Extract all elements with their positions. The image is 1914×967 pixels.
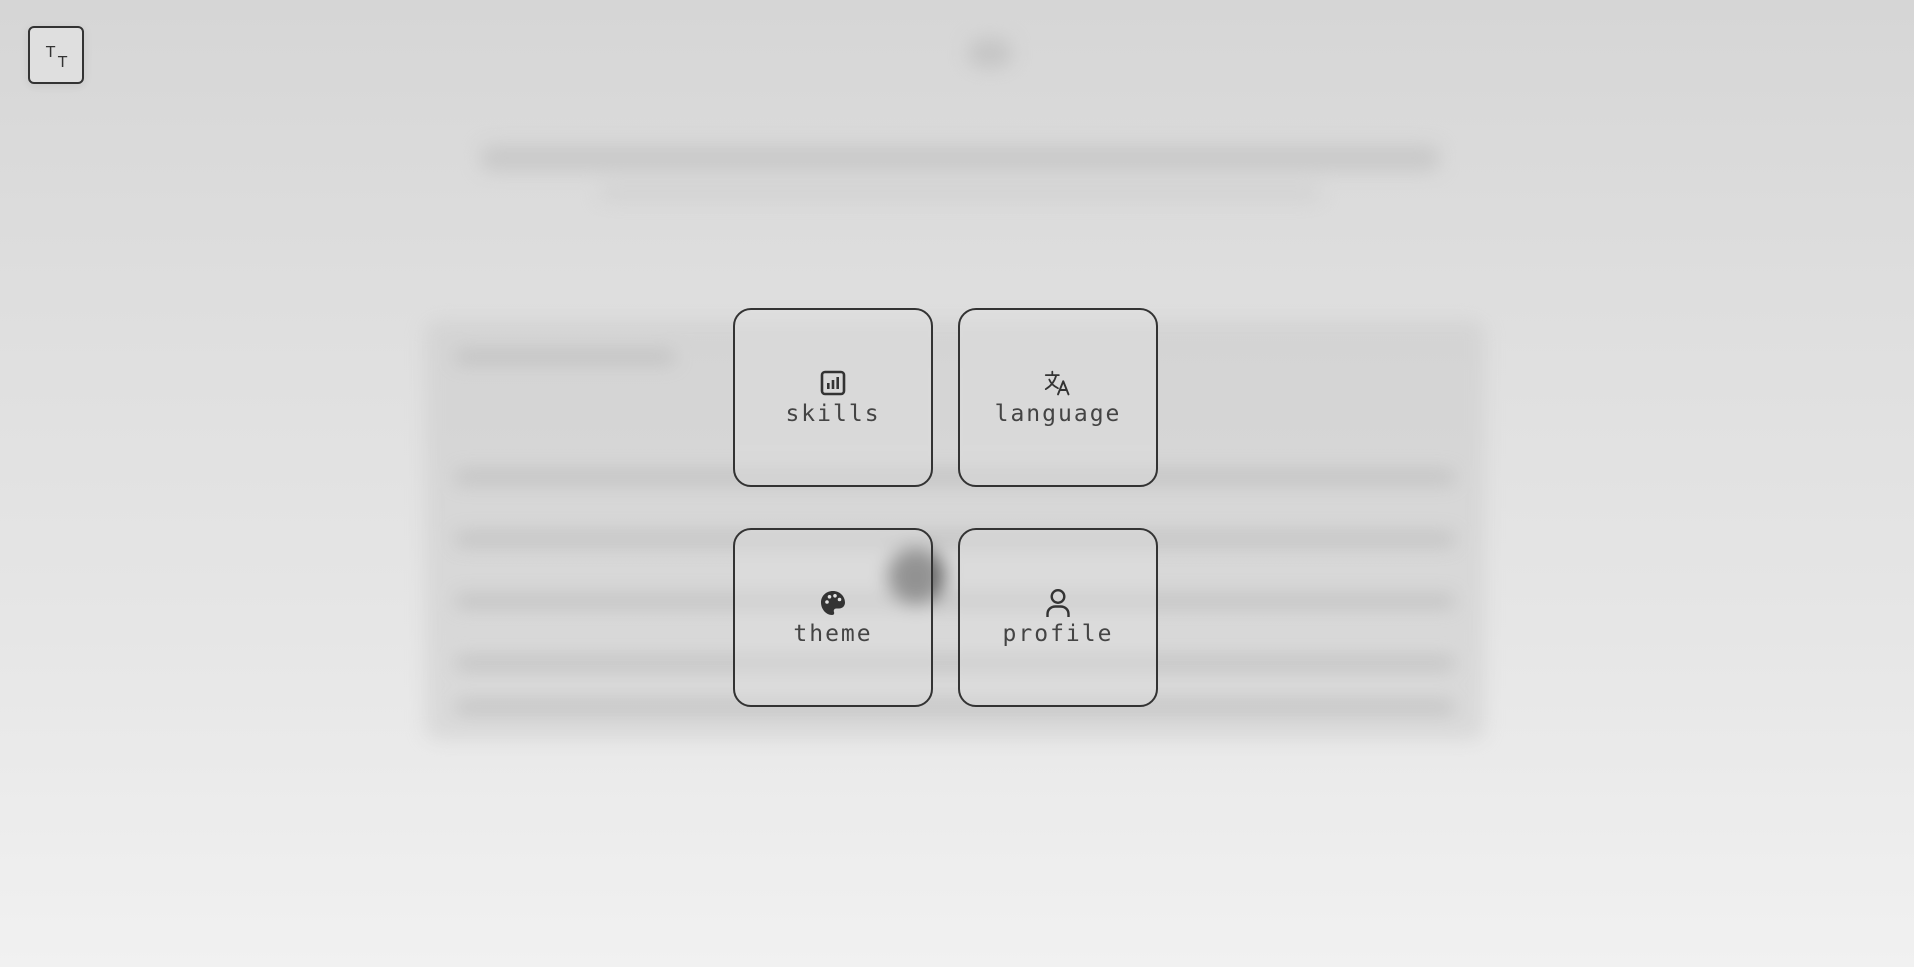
background-row (455, 470, 1455, 484)
background-row (455, 594, 1455, 608)
background-row (455, 656, 1455, 670)
user-icon (1044, 588, 1072, 617)
blurred-background (0, 0, 1914, 967)
menu-item-skills[interactable]: skills (733, 308, 933, 487)
background-row (455, 350, 675, 364)
menu-item-label: language (994, 400, 1122, 427)
font-size-icon-small: T (58, 53, 68, 71)
menu-item-label: skills (785, 400, 881, 427)
background-logo (968, 38, 1012, 68)
background-row (455, 532, 1455, 546)
background-subline (600, 183, 1320, 201)
menu-item-label: profile (1002, 620, 1114, 647)
bar-chart-icon (819, 369, 847, 397)
translate-icon (1044, 369, 1072, 397)
palette-icon (819, 589, 847, 617)
background-headline (480, 145, 1440, 171)
background-row (455, 700, 1455, 714)
background-table (425, 320, 1485, 740)
menu-item-theme[interactable]: theme (733, 528, 933, 707)
font-size-icon-large: T (46, 43, 56, 61)
font-size-button[interactable]: T T (28, 26, 84, 84)
menu-item-language[interactable]: language (958, 308, 1158, 487)
menu-item-profile[interactable]: profile (958, 528, 1158, 707)
menu-item-label: theme (793, 620, 873, 647)
